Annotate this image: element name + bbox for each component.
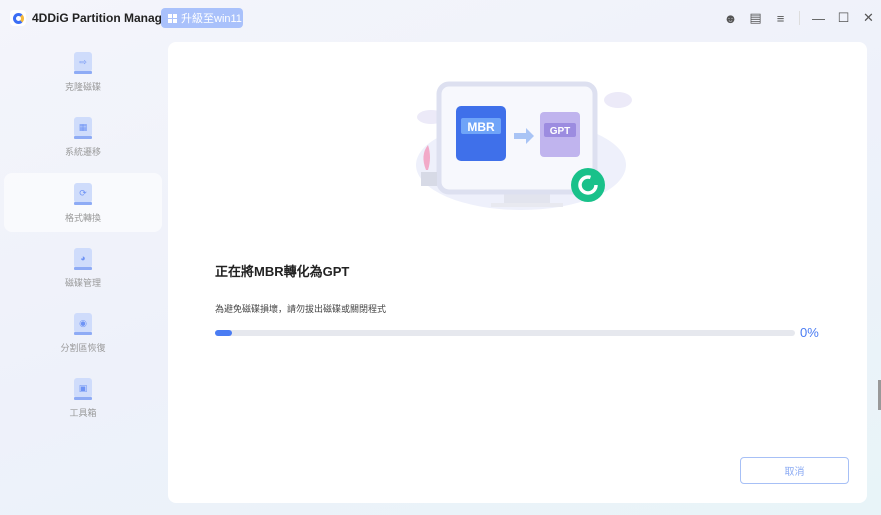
sidebar-item-label: 格式轉換 bbox=[64, 213, 101, 223]
sidebar-item-label: 系統遷移 bbox=[64, 147, 101, 157]
sidebar-item-label: 分割區恢復 bbox=[60, 343, 106, 353]
divider bbox=[799, 11, 800, 25]
sidebar-item-toolbox[interactable]: ▣ 工具箱 bbox=[4, 368, 162, 427]
close-icon[interactable]: ✕ bbox=[856, 8, 881, 28]
feedback-icon[interactable]: ▤ bbox=[743, 8, 768, 28]
sidebar-item-convert[interactable]: ⟳ 格式轉換 bbox=[4, 173, 162, 232]
sidebar-item-clone[interactable]: ⇨ 克隆磁碟 bbox=[4, 42, 162, 101]
mbr-label: MBR bbox=[467, 120, 495, 134]
sidebar-item-migrate[interactable]: ▦ 系統遷移 bbox=[4, 107, 162, 166]
upgrade-label: 升級至win11 bbox=[181, 13, 242, 25]
sidebar-item-disk-manage[interactable]: ◕ 磁碟管理 bbox=[4, 238, 162, 297]
progress-bar bbox=[215, 330, 795, 336]
disk-manage-icon: ◕ bbox=[74, 248, 92, 270]
gpt-label: GPT bbox=[550, 126, 571, 137]
sidebar-item-label: 工具箱 bbox=[69, 408, 97, 418]
menu-icon[interactable]: ≡ bbox=[768, 8, 793, 28]
progress-fill bbox=[215, 330, 233, 336]
app-logo-icon bbox=[10, 10, 26, 26]
main-panel: MBR GPT 正在將MBR轉化為GPT 為避免磁碟損壞，請勿拔出磁碟或關閉程式… bbox=[168, 42, 867, 503]
maximize-icon[interactable]: ☐ bbox=[831, 8, 856, 28]
warning-hint: 為避免磁碟損壞，請勿拔出磁碟或關閉程式 bbox=[215, 304, 387, 314]
app-title: 4DDiG Partition Manager bbox=[32, 11, 174, 25]
cancel-button[interactable]: 取消 bbox=[740, 457, 849, 484]
minimize-icon[interactable]: — bbox=[806, 8, 831, 28]
sidebar-item-partition-recovery[interactable]: ◉ 分割區恢復 bbox=[4, 303, 162, 362]
migrate-icon: ▦ bbox=[74, 117, 92, 139]
toolbox-icon: ▣ bbox=[74, 378, 92, 400]
title-bar: 4DDiG Partition Manager 升級至win11 ☻ ▤ ≡ —… bbox=[0, 0, 881, 36]
partition-recovery-icon: ◉ bbox=[74, 313, 92, 335]
windows-icon bbox=[168, 13, 177, 23]
sidebar-item-label: 克隆磁碟 bbox=[64, 82, 101, 92]
mbr-to-gpt-illustration: MBR GPT bbox=[416, 81, 632, 210]
clone-icon: ⇨ bbox=[74, 52, 92, 74]
user-icon[interactable]: ☻ bbox=[718, 8, 743, 28]
page-title: 正在將MBR轉化為GPT bbox=[215, 264, 350, 279]
progress-percent: 0% bbox=[800, 325, 819, 340]
upgrade-button[interactable]: 升級至win11 bbox=[161, 8, 243, 28]
sidebar-item-label: 磁碟管理 bbox=[64, 278, 101, 288]
convert-icon: ⟳ bbox=[74, 183, 92, 205]
